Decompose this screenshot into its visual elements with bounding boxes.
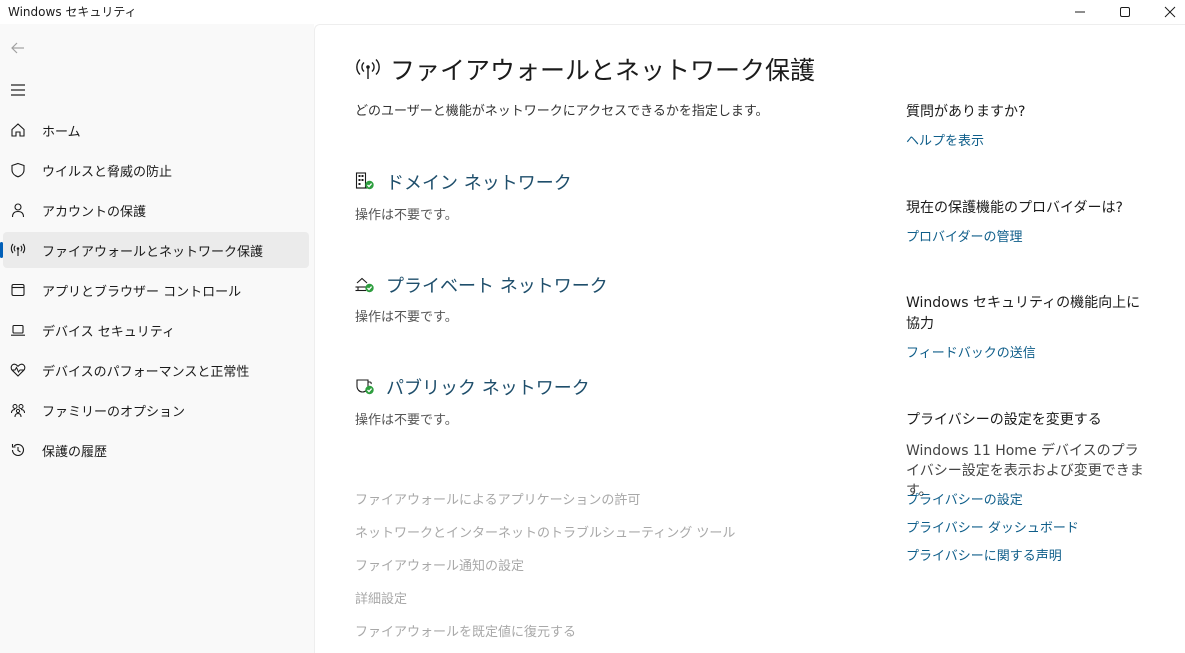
public-network-link[interactable]: パブリック ネットワーク bbox=[386, 374, 590, 400]
shield-icon bbox=[10, 162, 26, 178]
sidebar-item-account-protection[interactable]: アカウントの保護 bbox=[3, 192, 309, 228]
app-title: Windows セキュリティ bbox=[8, 5, 137, 19]
app-window-icon bbox=[10, 282, 26, 298]
maximize-icon bbox=[1120, 7, 1130, 17]
maximize-button[interactable] bbox=[1102, 0, 1148, 24]
privacy-dashboard-link[interactable]: プライバシー ダッシュボード bbox=[906, 517, 1079, 536]
sidebar-item-label: 保護の履歴 bbox=[42, 444, 108, 460]
sidebar-item-label: デバイスのパフォーマンスと正常性 bbox=[42, 364, 250, 380]
sidebar-item-virus-protection[interactable]: ウイルスと脅威の防止 bbox=[3, 152, 309, 188]
sidebar-item-label: ファイアウォールとネットワーク保護 bbox=[42, 244, 264, 260]
get-help-link[interactable]: ヘルプを表示 bbox=[906, 130, 984, 149]
back-arrow-icon bbox=[11, 42, 24, 54]
private-network-status: 操作は不要です。 bbox=[355, 310, 458, 325]
sidebar-item-label: アカウントの保護 bbox=[42, 204, 147, 220]
help-heading: 質問がありますか? bbox=[906, 104, 1026, 120]
person-icon bbox=[10, 202, 26, 218]
improve-heading: Windows セキュリティの機能向上に協力 bbox=[906, 295, 1141, 332]
restore-firewall-defaults-link[interactable]: ファイアウォールを既定値に復元する bbox=[355, 621, 576, 640]
hamburger-icon bbox=[11, 84, 25, 96]
sidebar-item-device-performance[interactable]: デバイスのパフォーマンスと正常性 bbox=[3, 352, 309, 388]
privacy-heading: プライバシーの設定を変更する bbox=[906, 412, 1102, 428]
sidebar-item-label: ホーム bbox=[42, 124, 81, 140]
family-icon bbox=[10, 402, 26, 418]
manage-providers-link[interactable]: プロバイダーの管理 bbox=[906, 226, 1022, 245]
laptop-icon bbox=[10, 322, 26, 338]
page-title: ファイアウォールとネットワーク保護 bbox=[390, 56, 816, 85]
private-network-link[interactable]: プライベート ネットワーク bbox=[386, 272, 608, 298]
close-button[interactable] bbox=[1147, 0, 1185, 24]
sidebar-item-family-options[interactable]: ファミリーのオプション bbox=[3, 392, 309, 428]
sidebar-item-device-security[interactable]: デバイス セキュリティ bbox=[3, 312, 309, 348]
title-bar: Windows セキュリティ bbox=[0, 0, 1185, 24]
privacy-settings-link[interactable]: プライバシーの設定 bbox=[906, 489, 1023, 508]
back-button[interactable] bbox=[8, 38, 28, 58]
public-network-icon bbox=[356, 379, 374, 395]
private-network-icon bbox=[355, 277, 374, 293]
active-indicator bbox=[0, 242, 3, 258]
domain-network-status: 操作は不要です。 bbox=[355, 208, 458, 223]
sidebar-item-label: アプリとブラウザー コントロール bbox=[42, 284, 242, 300]
history-icon bbox=[10, 442, 26, 458]
network-troubleshooter-link[interactable]: ネットワークとインターネットのトラブルシューティング ツール bbox=[355, 522, 735, 541]
minimize-icon bbox=[1075, 11, 1085, 13]
firewall-notification-settings-link[interactable]: ファイアウォール通知の設定 bbox=[355, 555, 524, 574]
sidebar-item-label: ウイルスと脅威の防止 bbox=[42, 164, 173, 180]
home-icon bbox=[10, 122, 26, 138]
domain-network-icon bbox=[355, 172, 374, 190]
sidebar-item-firewall[interactable]: ファイアウォールとネットワーク保護 bbox=[3, 232, 309, 268]
sidebar-item-protection-history[interactable]: 保護の履歴 bbox=[3, 432, 309, 468]
antenna-icon bbox=[356, 59, 380, 79]
public-network-status: 操作は不要です。 bbox=[355, 413, 458, 428]
allow-app-through-firewall-link[interactable]: ファイアウォールによるアプリケーションの許可 bbox=[355, 489, 640, 508]
sidebar-item-label: ファミリーのオプション bbox=[42, 404, 186, 420]
domain-network-link[interactable]: ドメイン ネットワーク bbox=[386, 169, 572, 195]
heart-pulse-icon bbox=[10, 362, 26, 378]
advanced-settings-link[interactable]: 詳細設定 bbox=[355, 588, 407, 607]
provider-heading: 現在の保護機能のプロバイダーは? bbox=[906, 200, 1123, 216]
sidebar-item-home[interactable]: ホーム bbox=[3, 112, 309, 148]
sidebar-item-label: デバイス セキュリティ bbox=[42, 324, 175, 340]
minimize-button[interactable] bbox=[1057, 0, 1103, 24]
antenna-icon bbox=[10, 242, 26, 258]
close-icon bbox=[1164, 6, 1176, 18]
give-feedback-link[interactable]: フィードバックの送信 bbox=[906, 342, 1036, 361]
privacy-statement-link[interactable]: プライバシーに関する声明 bbox=[906, 545, 1062, 564]
page-subtitle: どのユーザーと機能がネットワークにアクセスできるかを指定します。 bbox=[355, 104, 769, 119]
hamburger-menu-button[interactable] bbox=[8, 80, 28, 100]
sidebar-item-app-browser-control[interactable]: アプリとブラウザー コントロール bbox=[3, 272, 309, 308]
